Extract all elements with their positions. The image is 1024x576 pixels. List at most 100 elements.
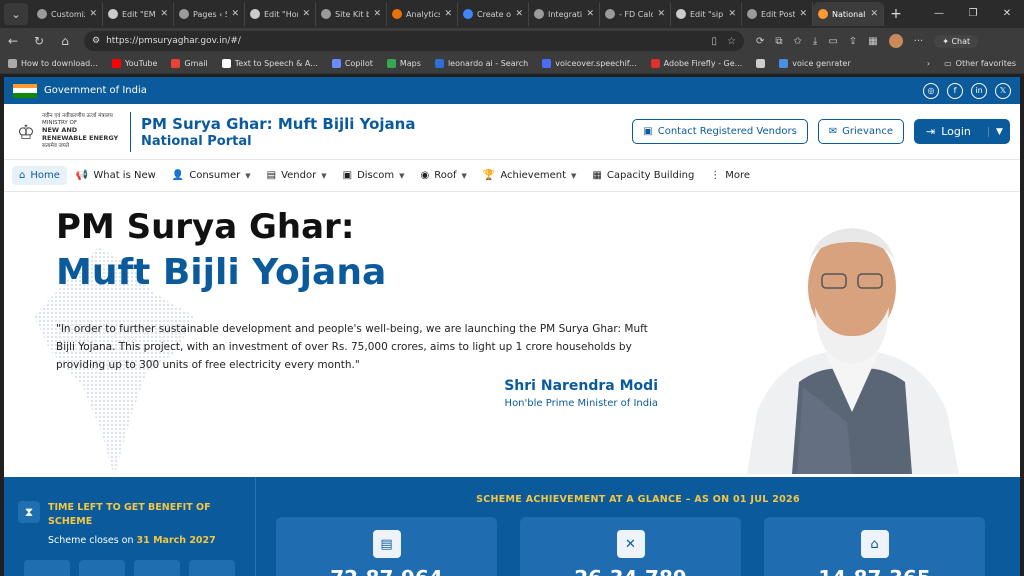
bookmark-item[interactable]	[756, 59, 766, 68]
bookmark-item[interactable]: leonardo ai - Search	[434, 59, 529, 68]
profile-avatar[interactable]	[888, 34, 903, 48]
chevron-down-icon: ▼	[571, 171, 577, 180]
address-bar[interactable]: ⚙ https://pmsuryaghar.gov.in/#/ ▯ ☆	[84, 31, 744, 51]
browser-tab[interactable]: Customiz ✕	[32, 2, 103, 26]
close-tab-icon[interactable]: ✕	[89, 9, 97, 19]
browser-tab[interactable]: Edit "EMI ✕	[103, 2, 174, 26]
browser-tab[interactable]: Analytics ✕	[387, 2, 458, 26]
contact-vendors-button[interactable]: ▣ Contact Registered Vendors	[632, 119, 808, 144]
close-tab-icon[interactable]: ✕	[799, 9, 807, 19]
close-tab-icon[interactable]: ✕	[231, 9, 239, 19]
bookmark-item[interactable]: voice genrater	[779, 59, 851, 68]
refresh-icon[interactable]: ↻	[32, 34, 46, 48]
achievement-value: 14,87,365	[764, 566, 985, 576]
quote-author-role: Hon'ble Prime Minister of India	[504, 398, 658, 409]
browser-tab[interactable]: Pages ‹ Sh ✕	[174, 2, 245, 26]
tab-actions-menu[interactable]: ⌄	[4, 3, 28, 25]
collections-icon[interactable]: ▦	[868, 36, 877, 47]
nav-consumer[interactable]: 👤 Consumer ▼	[165, 166, 258, 185]
bookmark-label: Maps	[399, 59, 421, 68]
reader-icon[interactable]: ▯	[712, 36, 718, 47]
extension-icon[interactable]: ⟳	[756, 36, 764, 47]
browser-tab[interactable]: Integratio✕	[529, 2, 600, 26]
split-screen-icon[interactable]: ▭	[828, 36, 837, 47]
tab-title: Site Kit by	[335, 9, 369, 19]
nav-more[interactable]: ⋮ More	[703, 166, 757, 185]
bookmark-item[interactable]: Copilot	[331, 59, 373, 68]
home-icon[interactable]: ⌂	[58, 34, 72, 48]
bookmark-label: How to download...	[21, 59, 98, 68]
portal-title-block[interactable]: PM Surya Ghar: Muft Bijli Yojana Nationa…	[141, 115, 415, 149]
social-links: ◎ f in 𝕏	[923, 82, 1011, 99]
nav-label: Home	[30, 170, 60, 181]
nav-what-is-new[interactable]: 📢 What is New	[69, 166, 163, 185]
login-button[interactable]: ⇥ Login ▼	[914, 119, 1010, 144]
browser-tab[interactable]: - FD Calc ✕	[600, 2, 671, 26]
tab-favicon-icon	[676, 9, 686, 19]
bookmark-item[interactable]: YouTube	[111, 59, 157, 68]
linkedin-icon[interactable]: in	[971, 82, 987, 99]
nav-achievement[interactable]: 🏆 Achievement ▼	[476, 166, 584, 185]
nav-roof[interactable]: ◉ Roof ▼	[414, 166, 474, 185]
browser-tab[interactable]: Create or ✕	[458, 2, 529, 26]
nav-label: More	[725, 170, 751, 181]
web-page: Government of India ◎ f in 𝕏 ♔ नवीन एवं …	[4, 77, 1020, 576]
bookmarks-bar: How to download... YouTube Gmail Text to Sp…	[0, 54, 1024, 74]
minimize-icon[interactable]: —	[922, 0, 956, 28]
browser-tab[interactable]: Edit Post ✕	[742, 2, 813, 26]
close-tab-icon[interactable]: ✕	[302, 9, 310, 19]
close-tab-icon[interactable]: ✕	[728, 9, 736, 19]
national-emblem-icon: ♔	[17, 119, 35, 144]
favorites-icon[interactable]: ✩	[794, 36, 802, 47]
new-tab-button[interactable]: +	[884, 6, 908, 22]
ministry-line3: RENEWABLE ENERGY	[42, 134, 119, 142]
bookmark-item[interactable]: Maps	[386, 59, 421, 68]
achievement-title: SCHEME ACHIEVEMENT AT A GLANCE – AS ON 0…	[476, 494, 800, 505]
nav-capacity-building[interactable]: ▦ Capacity Building	[585, 166, 701, 185]
share-icon[interactable]: ⇪	[849, 36, 857, 47]
bookmark-item[interactable]: How to download...	[8, 59, 98, 68]
close-tab-icon[interactable]: ✕	[657, 9, 665, 19]
browser-tab[interactable]: National ✕	[813, 2, 884, 26]
nav-label: Discom	[357, 170, 395, 181]
more-options-icon[interactable]: ···	[914, 36, 924, 47]
browser-tab[interactable]: Site Kit by ✕	[316, 2, 387, 26]
time-left-panel: ⧗ TIME LEFT TO GET BENEFIT OF SCHEME Sch…	[4, 477, 256, 576]
grievance-button[interactable]: ✉ Grievance	[817, 119, 904, 144]
close-tab-icon[interactable]: ✕	[160, 9, 168, 19]
close-tab-icon[interactable]: ✕	[444, 9, 452, 19]
close-window-icon[interactable]: ✕	[990, 0, 1024, 28]
close-tab-icon[interactable]: ✕	[515, 9, 523, 19]
downloads-icon[interactable]: ⤓	[813, 36, 817, 47]
close-tab-icon[interactable]: ✕	[373, 9, 381, 19]
bookmark-label: leonardo ai - Search	[447, 59, 529, 68]
close-tab-icon[interactable]: ✕	[870, 9, 878, 19]
browser-tab[interactable]: Edit "Hon ✕	[245, 2, 316, 26]
other-favorites[interactable]: ▭ Other favorites	[944, 59, 1016, 68]
favorite-star-icon[interactable]: ☆	[727, 36, 736, 47]
bookmark-item[interactable]: voiceover.speechif...	[542, 59, 637, 68]
achievement-value: 72,87,964	[276, 566, 497, 576]
instagram-icon[interactable]: ◎	[923, 82, 939, 99]
nav-vendor[interactable]: ▤ Vendor ▼	[260, 166, 334, 185]
close-tab-icon[interactable]: ✕	[586, 9, 594, 19]
bookmark-item[interactable]: Adobe Firefly - Ge...	[650, 59, 742, 68]
nav-discom[interactable]: ▣ Discom ▼	[336, 166, 412, 185]
nav-vendor-icon: ▤	[266, 170, 277, 181]
bookmarks-overflow-icon[interactable]: ›	[927, 59, 930, 68]
extensions-icon[interactable]: ⧉	[775, 36, 782, 47]
tab-favicon-icon	[250, 9, 260, 19]
nav-home[interactable]: ⌂ Home	[12, 166, 67, 185]
window-controls: — ❐ ✕	[922, 0, 1024, 28]
chevron-down-icon[interactable]: ▼	[988, 126, 1010, 137]
tab-favicon-icon	[179, 9, 189, 19]
bookmark-item[interactable]: Gmail	[171, 59, 208, 68]
copilot-chat-button[interactable]: ✦ Chat	[934, 34, 979, 48]
site-info-icon[interactable]: ⚙	[92, 36, 100, 46]
maximize-icon[interactable]: ❐	[956, 0, 990, 28]
browser-tab[interactable]: Edit "sip ✕	[671, 2, 742, 26]
facebook-icon[interactable]: f	[947, 82, 963, 99]
back-icon[interactable]: ←	[6, 34, 20, 48]
bookmark-item[interactable]: Text to Speech & A...	[221, 59, 318, 68]
x-icon[interactable]: 𝕏	[995, 82, 1011, 99]
